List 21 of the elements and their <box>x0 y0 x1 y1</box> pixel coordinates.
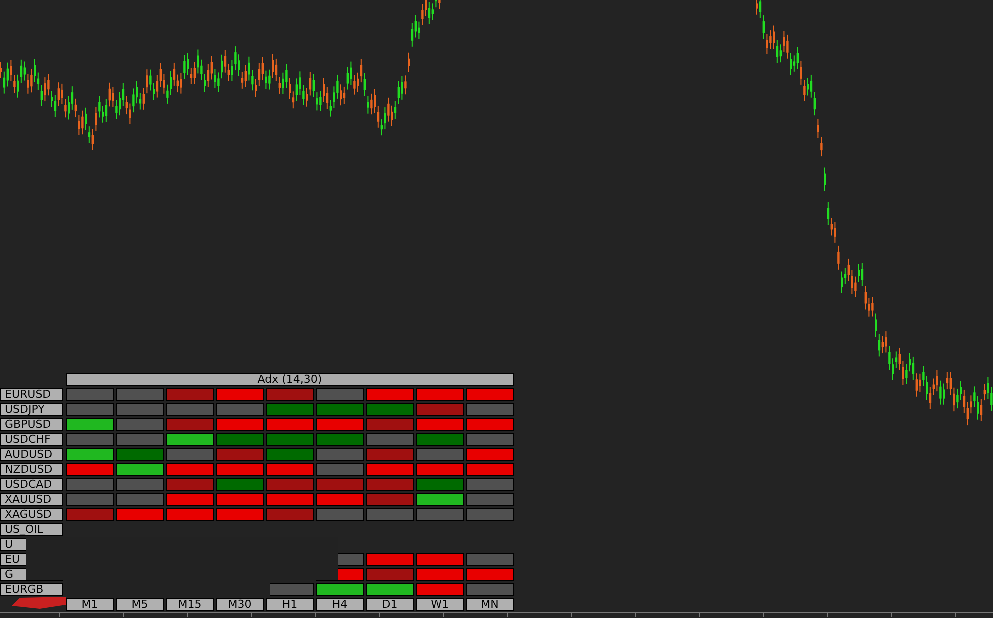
symbol-label: NZDUSD <box>0 463 63 476</box>
symbol-label: GBPUSD <box>0 418 63 431</box>
timeframe-label: M5 <box>116 598 164 611</box>
symbol-label: USDCHF <box>0 433 63 446</box>
symbol-label: USDCAD <box>0 478 63 491</box>
timeframe-label: W1 <box>416 598 464 611</box>
timeframe-label: M15 <box>166 598 214 611</box>
timeframe-label: MN <box>466 598 514 611</box>
timeframe-label: D1 <box>366 598 414 611</box>
symbol-label: EURUSD <box>0 388 63 401</box>
symbol-label: XAGUSD <box>0 508 63 521</box>
timeframe-label: M30 <box>216 598 264 611</box>
timeframe-label: H1 <box>266 598 314 611</box>
symbol-label: AUDUSD <box>0 448 63 461</box>
symbol-label: US_OIL <box>0 523 63 536</box>
symbol-label: EURGB <box>0 583 63 596</box>
indicator-title: Adx (14,30) <box>66 373 514 386</box>
timeframe-label: H4 <box>316 598 364 611</box>
symbol-label: USDJPY <box>0 403 63 416</box>
timeframe-label: M1 <box>66 598 114 611</box>
symbol-label: XAUUSD <box>0 493 63 506</box>
